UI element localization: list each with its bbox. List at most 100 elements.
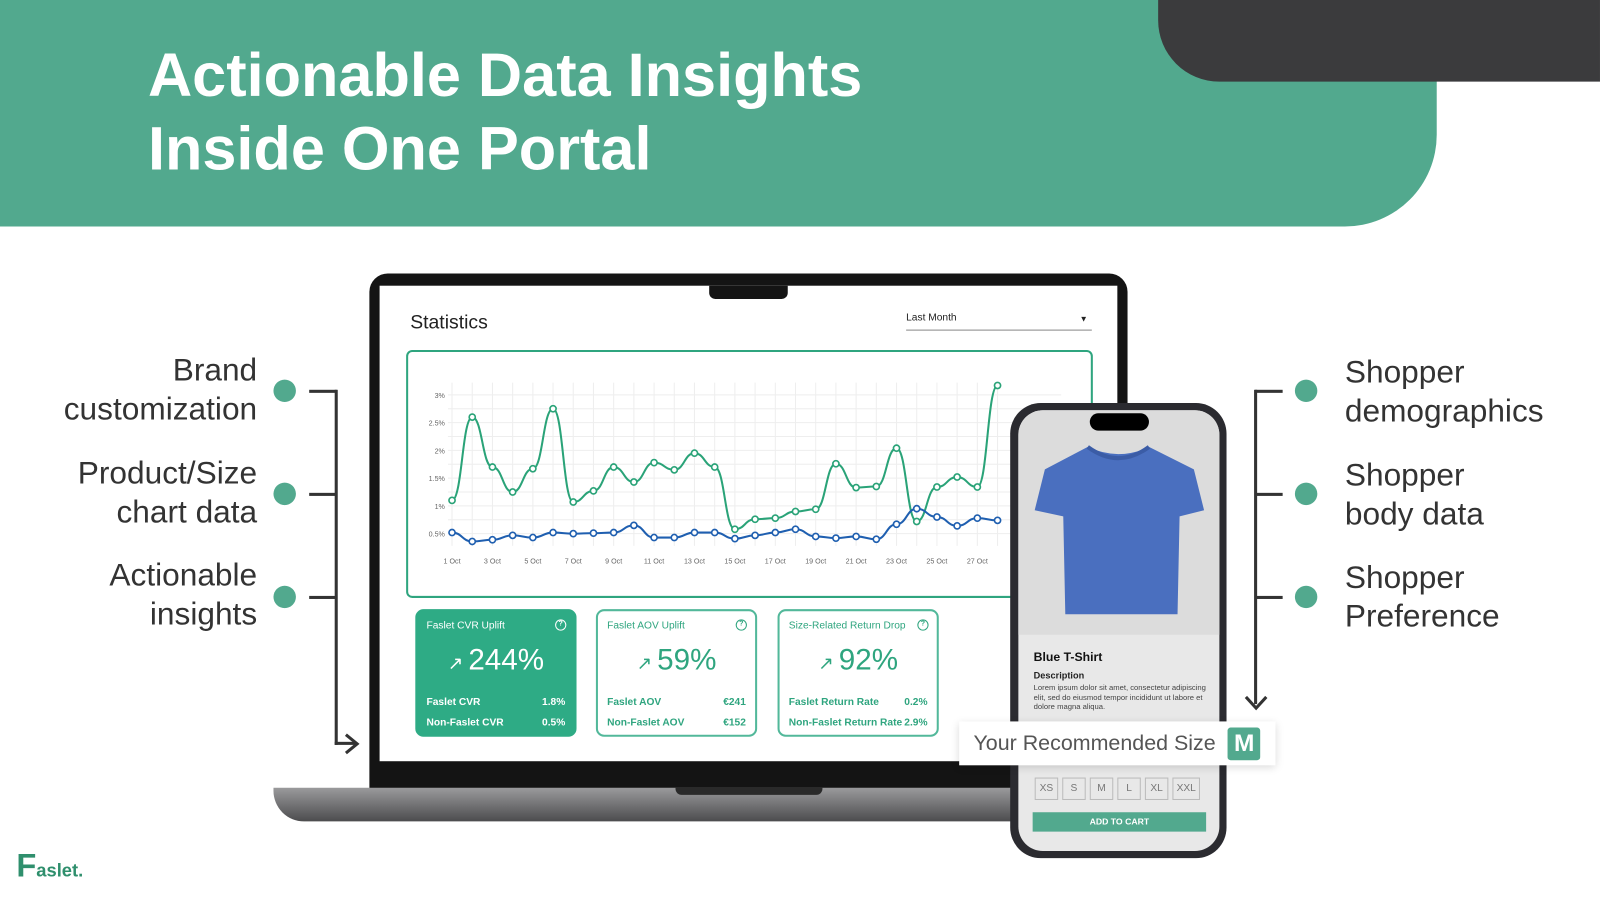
data-point <box>751 531 759 540</box>
trend-up-icon: ↗ <box>447 653 469 674</box>
feature-product-size-chart: Product/Size chart data <box>77 455 258 530</box>
x-tick-label: 5 Oct <box>524 557 541 565</box>
data-point <box>690 528 699 537</box>
data-point <box>670 465 679 474</box>
product-name: Blue T-Shirt <box>1033 649 1103 665</box>
help-icon[interactable]: ? <box>735 619 747 631</box>
x-tick-label: 17 Oct <box>765 557 786 565</box>
size-option-xl[interactable]: XL <box>1144 777 1169 800</box>
data-point <box>811 532 820 541</box>
title-line-2: Inside One Portal <box>147 114 652 183</box>
bracket-line <box>1254 389 1258 705</box>
data-point <box>993 381 1002 390</box>
help-icon[interactable]: ? <box>917 619 929 631</box>
feature-actionable-insights: Actionable insights <box>109 557 258 632</box>
data-point <box>710 528 719 537</box>
x-tick-label: 23 Oct <box>886 557 907 565</box>
card-return-drop: Size-Related Return Drop ? ↗ 92% Faslet … <box>777 609 939 737</box>
feature-shopper-body-data: Shopper body data <box>1344 457 1484 532</box>
feature-shopper-demographics: Shopper demographics <box>1344 354 1544 429</box>
period-select-value: Last Month <box>906 312 957 324</box>
bullet-dot <box>1294 482 1318 506</box>
laptop-notch <box>709 285 788 299</box>
bullet-dot <box>273 585 296 609</box>
data-point <box>629 521 638 530</box>
data-point <box>912 517 921 526</box>
x-tick-label: 15 Oct <box>724 557 745 565</box>
data-point <box>852 483 860 492</box>
data-point <box>973 483 982 491</box>
data-point <box>832 534 840 542</box>
arrow-down-icon <box>1244 695 1268 711</box>
bullet-dot <box>1294 379 1318 403</box>
dashboard-title: Statistics <box>410 312 488 334</box>
y-tick-label: 3% <box>435 392 446 400</box>
y-tick-label: 1% <box>435 503 446 511</box>
arrow-right-icon <box>344 733 360 755</box>
data-point <box>852 532 860 541</box>
bullet-dot <box>273 379 296 403</box>
card-title: Size-Related Return Drop <box>788 620 906 632</box>
bracket-line <box>309 389 337 393</box>
faslet-logo: Faslet. <box>16 846 84 884</box>
size-option-s[interactable]: S <box>1062 777 1086 800</box>
x-tick-label: 11 Oct <box>644 557 664 565</box>
data-point <box>589 529 598 537</box>
size-option-l[interactable]: L <box>1117 777 1141 800</box>
data-point <box>973 514 982 523</box>
x-tick-label: 3 Oct <box>484 557 501 565</box>
laptop-groove <box>675 787 823 795</box>
period-select[interactable]: Last Month ▼ <box>906 312 1092 331</box>
data-point <box>609 463 618 471</box>
data-point <box>549 528 557 537</box>
feature-shopper-preference: Shopper Preference <box>1344 559 1500 634</box>
data-point <box>468 413 477 421</box>
data-point <box>731 525 739 534</box>
data-point <box>791 507 800 516</box>
add-to-cart-button[interactable]: ADD TO CART <box>1032 812 1207 832</box>
data-point <box>569 529 578 538</box>
description-label: Description <box>1033 670 1085 681</box>
size-option-xxl[interactable]: XXL <box>1172 777 1200 800</box>
laptop-base <box>273 787 1049 822</box>
data-point <box>811 505 820 514</box>
bracket-line <box>1255 595 1283 599</box>
data-point <box>771 514 780 523</box>
card-value: ↗ 244% <box>447 643 545 677</box>
data-point <box>508 488 517 496</box>
line-chart: 0.5% 1% 1.5% 2% 2.5% 3% 1 Oct 3 Oct 5 Oct 7 Oct 9 … <box>429 381 1062 565</box>
bracket-line <box>1255 492 1283 496</box>
card-row: Faslet AOV €241 <box>607 696 746 709</box>
bracket-line <box>1255 389 1283 393</box>
data-point <box>791 525 800 534</box>
data-point <box>569 498 578 506</box>
data-point <box>468 537 477 546</box>
data-point <box>448 528 456 537</box>
data-point <box>448 496 456 505</box>
size-option-xs[interactable]: XS <box>1034 777 1059 800</box>
data-point <box>528 464 537 473</box>
help-icon[interactable]: ? <box>555 619 567 631</box>
page-title: Actionable Data Insights Inside One Port… <box>148 39 862 186</box>
decorative-shape <box>1158 0 1600 82</box>
bullet-dot <box>1294 585 1318 609</box>
data-point <box>933 513 941 521</box>
data-point <box>912 504 921 513</box>
data-point <box>832 459 840 468</box>
card-cvr-uplift: Faslet CVR Uplift ? ↗ 244% Faslet CVR 1.8… <box>415 609 577 737</box>
card-title: Faslet AOV Uplift <box>607 620 685 632</box>
card-row: Non-Faslet CVR 0.5% <box>426 717 566 729</box>
data-point <box>528 533 537 542</box>
y-tick-label: 0.5% <box>429 531 446 539</box>
data-point <box>953 522 962 530</box>
card-row: Faslet CVR 1.8% <box>426 696 566 709</box>
data-point <box>650 458 658 467</box>
size-option-m[interactable]: M <box>1089 777 1114 800</box>
recommended-size-label: Your Recommended Size <box>973 731 1216 755</box>
data-point <box>549 404 557 413</box>
data-point <box>650 533 658 542</box>
card-row: Non-Faslet Return Rate 2.9% <box>788 717 928 729</box>
x-tick-label: 13 Oct <box>684 557 705 565</box>
bullet-dot <box>273 482 296 506</box>
card-value: ↗ 59% <box>636 643 717 677</box>
